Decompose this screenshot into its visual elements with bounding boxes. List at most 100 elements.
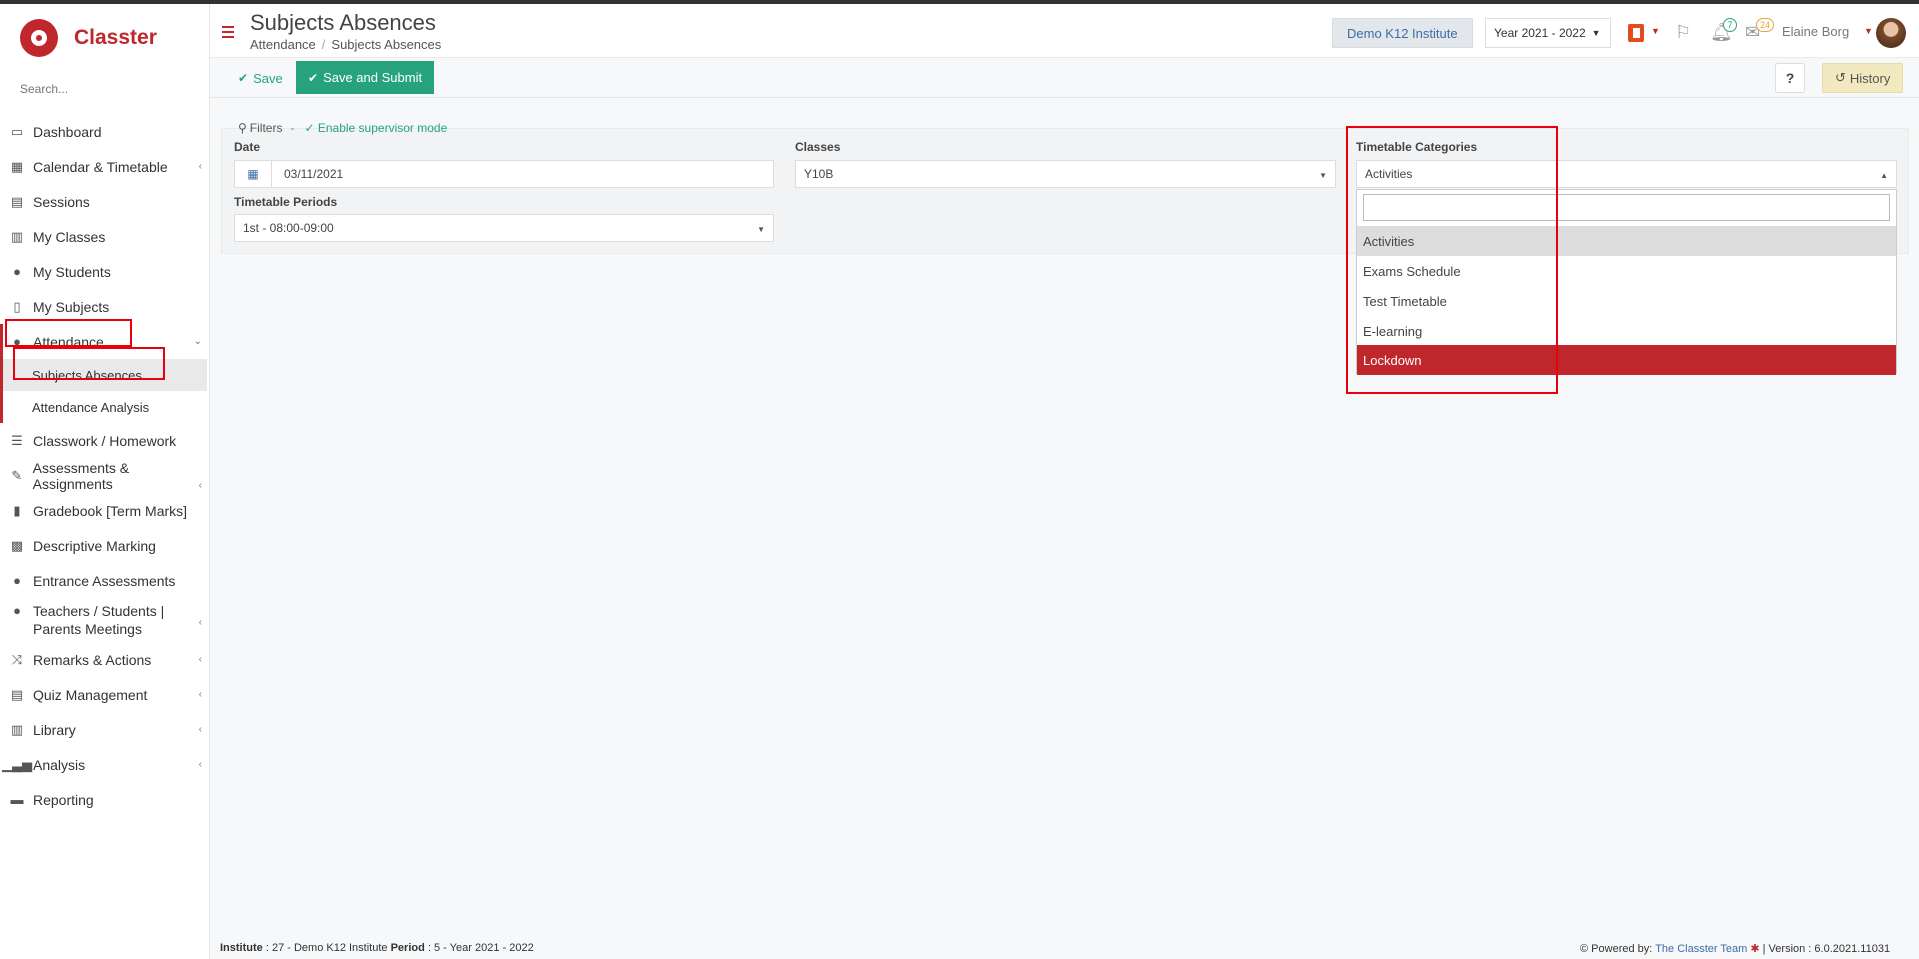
edit-icon: ✎ — [11, 467, 23, 483]
sidebar-item-my-classes[interactable]: ▥ My Classes — [0, 219, 209, 254]
help-button[interactable]: ? — [1775, 63, 1805, 93]
dropdown-option-lockdown[interactable]: Lockdown — [1357, 345, 1896, 375]
printer-icon: ▬ — [10, 792, 24, 807]
breadcrumb: Attendance / Subjects Absences — [250, 37, 442, 52]
chevron-left-icon: ‹ — [198, 480, 202, 491]
sidebar-item-gradebook[interactable]: ▮ Gradebook [Term Marks] — [0, 493, 209, 528]
sidebar-subitem-subjects-absences[interactable]: Subjects Absences — [0, 359, 207, 391]
chevron-left-icon: ‹ — [198, 759, 202, 770]
sidebar-item-classwork[interactable]: ☰ Classwork / Homework — [0, 423, 209, 458]
dropdown-option-exams-schedule[interactable]: Exams Schedule — [1357, 256, 1896, 286]
sidebar-item-sessions[interactable]: ▤ Sessions — [0, 184, 209, 219]
filters-header: ⚲ Filters - ✓ Enable supervisor mode — [238, 121, 448, 135]
sidebar-item-descriptive-marking[interactable]: ▩ Descriptive Marking — [0, 528, 209, 563]
hamburger-menu-icon[interactable] — [222, 26, 234, 41]
breadcrumb-current: Subjects Absences — [331, 37, 442, 52]
chevron-left-icon: ‹ — [198, 689, 202, 700]
date-label: Date — [234, 140, 261, 154]
chevron-down-icon: ⌄ — [193, 336, 202, 347]
sidebar-item-calendar[interactable]: ▦ Calendar & Timetable ‹ — [0, 149, 209, 184]
quiz-icon: ▤ — [10, 686, 24, 702]
page-title: Subjects Absences — [250, 10, 436, 35]
sidebar-item-my-subjects[interactable]: ▯ My Subjects — [0, 289, 209, 324]
sidebar-item-assessments[interactable]: ✎ Assessments & Assignments ‹ — [0, 458, 209, 493]
sidebar-item-entrance-assessments[interactable]: ● Entrance Assessments — [0, 563, 209, 598]
sidebar-item-quiz[interactable]: ▤ Quiz Management ‹ — [0, 677, 209, 712]
date-input[interactable]: 03/11/2021 — [271, 160, 774, 188]
supervisor-mode-link[interactable]: ✓ Enable supervisor mode — [304, 121, 447, 135]
avatar[interactable] — [1876, 18, 1906, 48]
sidebar-item-my-students[interactable]: ● My Students — [0, 254, 209, 289]
sidebar-item-analysis[interactable]: ▁▃▅ Analysis ‹ — [0, 747, 209, 782]
filters-title[interactable]: Filters — [250, 121, 283, 135]
sidebar-item-library[interactable]: ▥ Library ‹ — [0, 712, 209, 747]
sidebar-item-dashboard[interactable]: ▭ Dashboard — [0, 114, 209, 149]
dropdown-option-e-learning[interactable]: E-learning — [1357, 316, 1896, 346]
sessions-icon: ▤ — [10, 193, 24, 209]
flag-icon[interactable]: ⚐ — [1675, 22, 1691, 43]
user-name[interactable]: Elaine Borg — [1782, 24, 1849, 39]
classes-icon: ▥ — [10, 228, 24, 244]
library-icon: ▥ — [10, 721, 24, 737]
check-icon: ✔ — [238, 71, 249, 85]
checklist-icon: ☰ — [11, 432, 23, 448]
caret-down-icon: ▼ — [1591, 28, 1601, 38]
page-header: Subjects Absences Attendance / Subjects Ab… — [210, 4, 1919, 58]
office-icon[interactable] — [1628, 24, 1644, 42]
notifications-badge: 7 — [1723, 18, 1737, 32]
caret-down-icon: ▼ — [757, 225, 765, 234]
classes-label: Classes — [795, 140, 841, 154]
gradebook-icon: ▮ — [13, 502, 21, 518]
sidebar-item-attendance[interactable]: ● Attendance ⌄ — [0, 324, 209, 359]
save-button[interactable]: ✔ Save — [228, 63, 293, 93]
messages-badge: 24 — [1756, 18, 1775, 32]
classes-select[interactable]: Y10B ▼ — [795, 160, 1336, 188]
laptop-icon: ▭ — [10, 123, 24, 139]
dropdown-option-test-timetable[interactable]: Test Timetable — [1357, 286, 1896, 316]
chevron-left-icon: ‹ — [198, 724, 202, 735]
classter-team-link[interactable]: The Classter Team — [1655, 943, 1747, 955]
caret-down-icon[interactable]: ▼ — [1651, 26, 1660, 36]
sidebar-menu: ▭ Dashboard ▦ Calendar & Timetable ‹ ▤ Sessi… — [0, 114, 209, 817]
chart-icon: ▁▃▅ — [2, 756, 32, 772]
year-select[interactable]: Year 2021 - 2022 ▼ — [1485, 18, 1611, 48]
chevron-left-icon: ‹ — [198, 161, 202, 172]
chevron-left-icon: ‹ — [198, 617, 202, 628]
timetable-periods-select[interactable]: 1st - 08:00-09:00 ▼ — [234, 214, 774, 242]
timetable-categories-dropdown: Activities Exams Schedule Test Timetable… — [1356, 189, 1897, 375]
breadcrumb-attendance[interactable]: Attendance — [250, 37, 316, 52]
students-icon: ● — [13, 264, 21, 279]
check-icon: ✔ — [308, 70, 319, 85]
classter-logo-icon — [20, 19, 58, 57]
sidebar-subitem-attendance-analysis[interactable]: Attendance Analysis — [0, 391, 209, 423]
dropdown-option-activities[interactable]: Activities — [1357, 226, 1896, 256]
toolbar: ✔ Save ✔ Save and Submit ? ↺ History — [210, 58, 1919, 98]
attendance-icon: ● — [13, 334, 21, 349]
save-and-submit-button[interactable]: ✔ Save and Submit — [296, 61, 435, 94]
calendar-icon: ▦ — [10, 158, 24, 174]
app-logo[interactable]: Classter — [20, 16, 157, 60]
sidebar-item-remarks[interactable]: ⤨ Remarks & Actions ‹ — [0, 642, 209, 677]
sidebar-item-reporting[interactable]: ▬ Reporting — [0, 782, 209, 817]
sidebar-item-meetings[interactable]: ● Teachers / Students | Parents Meetings ‹ — [0, 598, 209, 642]
sidebar: Classter ▭Dashboard ▦Calendar & Timetabl… — [0, 4, 210, 959]
footer-powered-by: © Powered by: The Classter Team ✱ | Vers… — [1580, 943, 1891, 955]
institute-button[interactable]: Demo K12 Institute — [1332, 18, 1473, 48]
caret-down-icon: ▼ — [1319, 171, 1327, 180]
book-icon: ▯ — [13, 298, 21, 314]
chevron-left-icon: ‹ — [198, 654, 202, 665]
timetable-periods-label: Timetable Periods — [234, 195, 338, 209]
history-button[interactable]: ↺ History — [1822, 63, 1904, 93]
caret-down-icon[interactable]: ▼ — [1864, 26, 1873, 36]
copyright-icon: © — [1580, 943, 1589, 955]
caret-up-icon: ▲ — [1880, 171, 1888, 180]
sidebar-search-input[interactable] — [20, 82, 190, 96]
timetable-categories-select[interactable]: Activities ▲ — [1356, 160, 1897, 188]
calendar-icon[interactable]: ▦ — [234, 160, 272, 188]
shuffle-icon: ⤨ — [11, 651, 23, 667]
history-icon: ↺ — [1835, 70, 1846, 85]
timetable-categories-label: Timetable Categories — [1356, 140, 1478, 154]
entrance-icon: ● — [13, 573, 21, 588]
search-icon: ⚲ — [238, 121, 247, 135]
dropdown-search-input[interactable] — [1363, 194, 1890, 221]
